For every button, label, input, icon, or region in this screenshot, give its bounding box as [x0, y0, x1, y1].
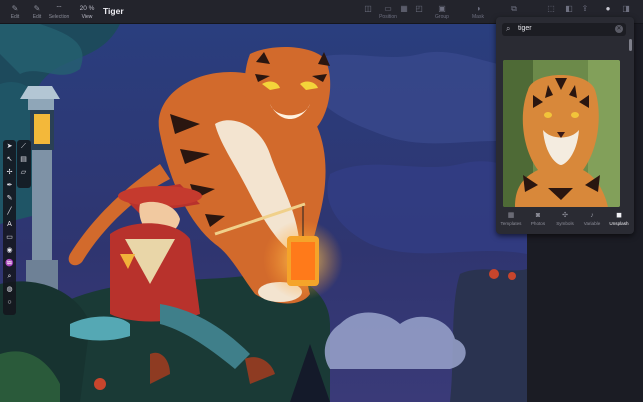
edit-icon: ✎: [33, 4, 41, 13]
position-button[interactable]: ▭ Position: [378, 3, 398, 21]
tab-unsplash[interactable]: ◼ Unsplash: [606, 210, 632, 227]
search-icon: ⌕: [506, 24, 511, 33]
brush-icon[interactable]: ╱: [3, 205, 16, 218]
shape-builder-icon[interactable]: ▤: [17, 153, 30, 166]
selection-button[interactable]: ⌔ Selection: [48, 3, 70, 21]
unsplash-icon: ◼: [616, 212, 622, 219]
artwork-canvas[interactable]: ➤ ↖ ✢ ✒ ✎ ╱ A ▭ ◉ ♒ ⌕ ◍ ○ ⟋ ▤ ▱: [0, 24, 527, 402]
text-icon[interactable]: A: [3, 218, 16, 231]
mask-icon: ◑: [475, 4, 481, 13]
group-button[interactable]: ▣ Group: [432, 3, 452, 21]
search-input[interactable]: ⌕ tiger ✕: [502, 23, 626, 36]
lasso-icon: ⌔: [55, 4, 63, 13]
edit2-button[interactable]: ✎ Edit: [26, 3, 48, 21]
tiger-illustration: [0, 24, 527, 402]
node-icon[interactable]: ✢: [3, 166, 16, 179]
stroke-icon[interactable]: ○: [3, 296, 16, 309]
clear-search-icon[interactable]: ✕: [615, 25, 623, 33]
knife-icon[interactable]: ⟋: [17, 140, 30, 153]
tab-variable[interactable]: ♪ Variable: [579, 210, 605, 227]
pencil-icon: ✎: [11, 4, 19, 13]
tool-options-strip: ⟋ ▤ ▱: [17, 140, 31, 188]
fill-icon[interactable]: ◉: [3, 244, 16, 257]
eyedropper-icon[interactable]: ♒: [3, 257, 16, 270]
mask-button[interactable]: ◑ Mask: [468, 3, 488, 21]
zoom-control[interactable]: 20 % View: [74, 3, 100, 21]
assets-panel: ⌕ tiger ✕ ▦ Templates ◙ Photos ✣ Symbols…: [496, 17, 634, 234]
color-wheel-icon[interactable]: ◍: [3, 283, 16, 296]
edit-button[interactable]: ✎ Edit: [4, 3, 26, 21]
unsplash-result-image[interactable]: [503, 60, 620, 207]
zoom-icon[interactable]: ⌕: [3, 270, 16, 283]
asset-tabs: ▦ Templates ◙ Photos ✣ Symbols ♪ Variabl…: [496, 207, 634, 234]
pencil-icon[interactable]: ✎: [3, 192, 16, 205]
pointer-icon[interactable]: ➤: [3, 140, 16, 153]
pen-icon[interactable]: ✒: [3, 179, 16, 192]
tab-templates[interactable]: ▦ Templates: [498, 210, 524, 227]
align-icon[interactable]: ◫: [362, 3, 374, 21]
symbols-icon: ✣: [562, 212, 568, 219]
search-query: tiger: [518, 25, 532, 32]
tab-photos[interactable]: ◙ Photos: [525, 210, 551, 227]
arrange-icon[interactable]: ▦: [398, 3, 410, 21]
transform-icon[interactable]: ◰: [413, 3, 425, 21]
eraser-icon[interactable]: ▱: [17, 166, 30, 179]
grid-icon: ▦: [507, 212, 515, 219]
camera-icon: ◙: [535, 212, 541, 219]
scrollbar[interactable]: [629, 39, 632, 51]
group-icon: ▣: [438, 4, 446, 13]
rectangle-icon[interactable]: ▭: [3, 231, 16, 244]
tool-strip: ➤ ↖ ✢ ✒ ✎ ╱ A ▭ ◉ ♒ ⌕ ◍ ○: [3, 140, 16, 315]
tiger-photo: [503, 60, 620, 207]
document-title: Tiger: [103, 6, 124, 16]
position-icon: ▭: [384, 4, 392, 13]
tab-symbols[interactable]: ✣ Symbols: [552, 210, 578, 227]
direct-select-icon[interactable]: ↖: [3, 153, 16, 166]
microphone-icon: ♪: [590, 212, 594, 219]
